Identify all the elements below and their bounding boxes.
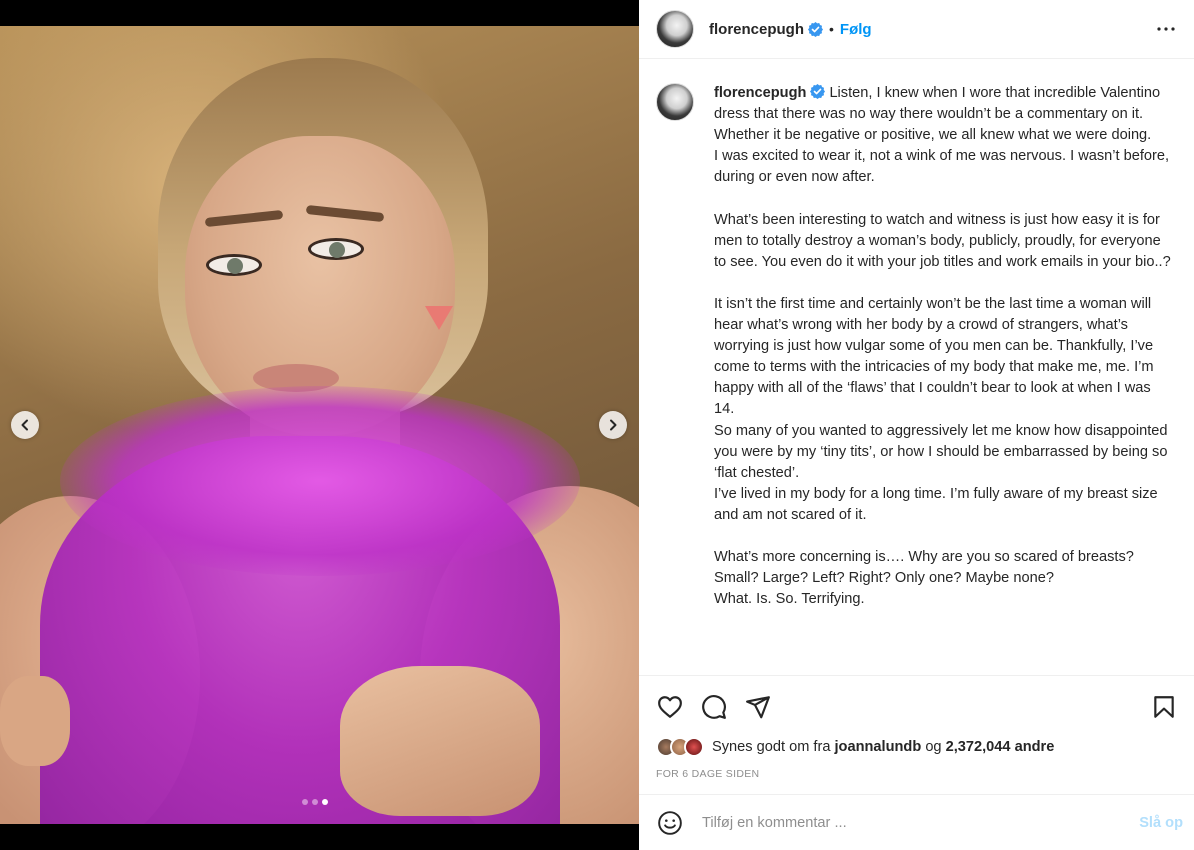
comment-icon xyxy=(702,695,726,719)
photo-ruff xyxy=(60,386,580,576)
carousel-prev-button[interactable] xyxy=(11,411,39,439)
likes-first-user[interactable]: joannalundb xyxy=(835,739,922,755)
share-button[interactable] xyxy=(744,693,772,721)
more-horizontal-icon xyxy=(1157,27,1175,31)
likes-suffix[interactable]: andre xyxy=(1015,739,1055,755)
carousel-dot xyxy=(312,799,318,805)
caption-text: florencepugh Listen, I knew when I wore … xyxy=(714,83,1174,675)
caption-username[interactable]: florencepugh xyxy=(714,85,806,101)
liker-avatar[interactable] xyxy=(684,737,704,757)
carousel-indicator xyxy=(302,799,328,805)
author-avatar[interactable] xyxy=(656,10,694,48)
carousel-next-button[interactable] xyxy=(599,411,627,439)
photo-earring xyxy=(425,306,453,330)
post-timestamp[interactable]: FOR 6 DAGE SIDEN xyxy=(656,764,1178,794)
comment-input[interactable] xyxy=(702,814,1140,831)
send-icon xyxy=(746,696,770,719)
photo-hand-left xyxy=(0,676,70,766)
verified-badge-icon xyxy=(810,84,826,99)
post-comment-button[interactable]: Slå op xyxy=(1139,815,1183,831)
chevron-right-icon xyxy=(610,419,617,431)
more-options-button[interactable] xyxy=(1154,17,1178,41)
post-side-panel: florencepugh • Følg florencepugh Listen,… xyxy=(639,0,1194,850)
carousel-dot-active xyxy=(322,799,328,805)
header-separator: • xyxy=(829,21,834,37)
likes-prefix: Synes godt om fra xyxy=(712,739,831,755)
photo-hand-right xyxy=(340,666,540,816)
likes-connector: og xyxy=(925,739,942,755)
caption-area: florencepugh Listen, I knew when I wore … xyxy=(639,59,1194,675)
save-button[interactable] xyxy=(1150,693,1178,721)
bookmark-icon xyxy=(1154,696,1174,718)
post-dialog: florencepugh • Følg florencepugh Listen,… xyxy=(0,0,1194,850)
post-header: florencepugh • Følg xyxy=(639,0,1194,59)
emoji-icon xyxy=(658,810,682,835)
post-media xyxy=(0,0,639,850)
like-button[interactable] xyxy=(656,693,684,721)
heart-icon xyxy=(658,696,682,718)
likes-summary: Synes godt om fra joannalundb og 2,372,0… xyxy=(656,735,1178,759)
photo-eye-left xyxy=(206,254,262,276)
caption-author-avatar[interactable] xyxy=(656,83,694,121)
post-actions: Synes godt om fra joannalundb og 2,372,0… xyxy=(639,675,1194,794)
likes-count[interactable]: 2,372,044 xyxy=(946,739,1011,755)
photo-eye-right xyxy=(308,238,364,260)
carousel-dot xyxy=(302,799,308,805)
chevron-left-icon xyxy=(21,419,28,431)
author-username[interactable]: florencepugh xyxy=(709,21,804,38)
post-photo[interactable] xyxy=(0,26,639,824)
emoji-button[interactable] xyxy=(656,809,684,837)
comment-bar: Slå op xyxy=(639,794,1194,850)
verified-badge-icon xyxy=(808,21,824,37)
comment-button[interactable] xyxy=(700,693,728,721)
liker-avatars xyxy=(656,737,704,757)
action-icon-row xyxy=(656,690,1178,724)
caption-body: Listen, I knew when I wore that incredib… xyxy=(714,85,1171,608)
follow-button[interactable]: Følg xyxy=(840,21,872,38)
